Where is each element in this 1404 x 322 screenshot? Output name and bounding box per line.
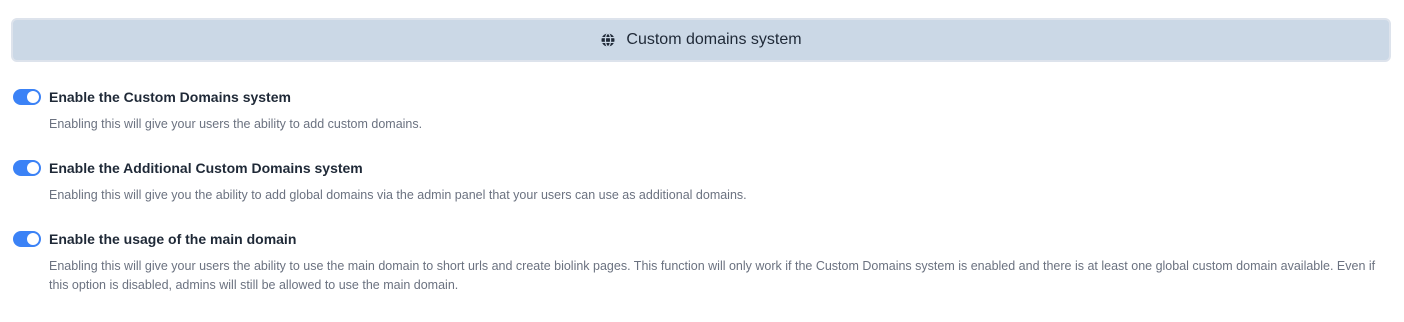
toggle-knob (27, 162, 39, 174)
option-help-text: Enabling this will give you the ability … (49, 188, 747, 202)
option-enable-additional-custom-domains: Enable the Additional Custom Domains sys… (13, 159, 1384, 205)
option-label[interactable]: Enable the Additional Custom Domains sys… (49, 160, 363, 176)
main-domain-toggle[interactable] (13, 231, 41, 247)
option-enable-custom-domains: Enable the Custom Domains system Enablin… (13, 88, 1384, 134)
section-title: Custom domains system (626, 31, 802, 48)
option-help-text: Enabling this will give your users the a… (49, 259, 1376, 292)
toggle-knob (27, 91, 39, 103)
option-label[interactable]: Enable the usage of the main domain (49, 231, 296, 247)
option-label[interactable]: Enable the Custom Domains system (49, 89, 291, 105)
section-header-custom-domains[interactable]: Custom domains system (11, 18, 1391, 62)
globe-icon (600, 32, 616, 48)
toggle-knob (27, 233, 39, 245)
option-help-text: Enabling this will give your users the a… (49, 117, 423, 131)
custom-domains-toggle[interactable] (13, 89, 41, 105)
additional-custom-domains-toggle[interactable] (13, 160, 41, 176)
option-enable-main-domain: Enable the usage of the main domain Enab… (13, 230, 1384, 295)
